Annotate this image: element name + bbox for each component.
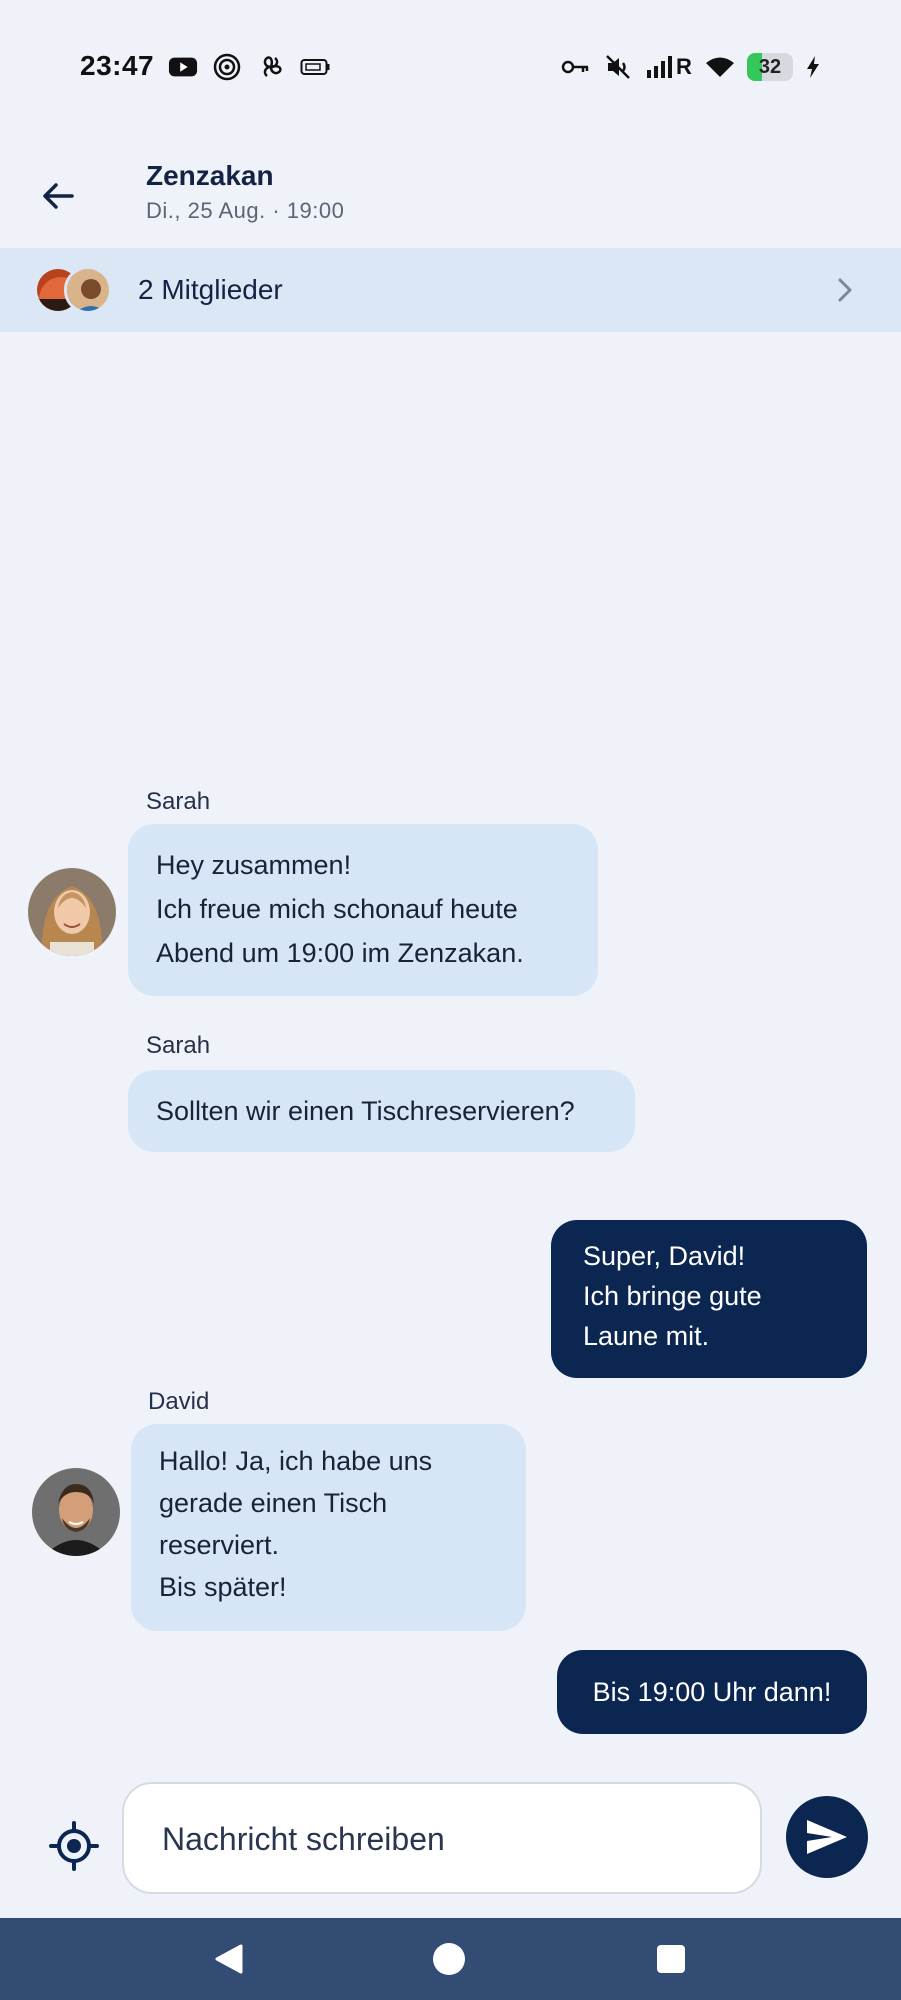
nav-recents-button[interactable] — [646, 1936, 696, 1982]
message-composer — [122, 1782, 762, 1894]
battery-level: 32 — [758, 55, 782, 78]
target-icon — [212, 52, 242, 82]
send-button[interactable] — [786, 1796, 868, 1878]
square-recents-icon — [657, 1945, 685, 1973]
message-sender: Sarah — [146, 788, 211, 815]
status-right-icons: R 32 — [561, 52, 821, 82]
message-line: Abend um 19:00 im Zenzakan. — [156, 938, 524, 968]
member-avatar-david — [64, 266, 112, 314]
message-line: gerade einen Tisch — [159, 1488, 388, 1518]
message-bubble-incoming: Sollten wir einen Tischreservieren? — [128, 1070, 635, 1152]
message-bubble-incoming: Hey zusammen! Ich freue mich schonauf he… — [128, 824, 598, 996]
fan-icon — [256, 52, 286, 82]
status-bar: 23:47 R 32 — [0, 0, 901, 132]
message-line: Sollten wir einen Tischreservieren? — [156, 1096, 575, 1126]
message-line: Bis 19:00 Uhr dann! — [592, 1677, 832, 1707]
message-bubble-incoming: Hallo! Ja, ich habe uns gerade einen Tis… — [131, 1424, 526, 1631]
circle-home-icon — [433, 1943, 465, 1975]
nav-back-button[interactable] — [204, 1936, 254, 1982]
message-line: Ich freue mich schonauf heute — [156, 894, 518, 924]
avatar-david — [32, 1468, 120, 1556]
status-time: 23:47 — [80, 50, 155, 81]
wifi-icon — [705, 52, 735, 82]
battery-indicator: 32 — [747, 53, 793, 81]
member-avatars — [34, 266, 118, 314]
message-line: Bis später! — [159, 1572, 287, 1602]
battery-saver-icon — [300, 52, 330, 82]
arrow-left-icon — [43, 183, 74, 209]
system-nav-bar — [0, 1918, 901, 2000]
nav-home-button[interactable] — [424, 1936, 474, 1982]
chat-title: Zenzakan — [146, 160, 274, 191]
message-bubble-outgoing: Bis 19:00 Uhr dann! — [557, 1650, 867, 1734]
message-line: Laune mit. — [583, 1321, 710, 1351]
avatar-sarah — [28, 868, 116, 956]
chat-header: Zenzakan Di., 25 Aug. · 19:00 — [0, 132, 901, 248]
message-line: Hallo! Ja, ich habe uns — [159, 1446, 433, 1476]
message-line: Super, David! — [583, 1241, 746, 1271]
message-sender: Sarah — [146, 1032, 211, 1059]
chat-subtitle: Di., 25 Aug. · 19:00 — [146, 198, 345, 223]
message-line: reserviert. — [159, 1530, 280, 1560]
message-line: Ich bringe gute — [583, 1281, 762, 1311]
signal-icon: R — [645, 52, 693, 82]
chevron-right-icon — [829, 274, 861, 306]
key-icon — [561, 52, 591, 82]
send-icon — [807, 1820, 847, 1854]
message-input[interactable] — [162, 1814, 722, 1864]
youtube-icon — [168, 52, 198, 82]
members-bar[interactable]: 2 Mitglieder — [0, 248, 901, 332]
location-button[interactable] — [44, 1816, 104, 1876]
signal-roaming-label: R — [676, 54, 692, 79]
message-sender: David — [148, 1388, 210, 1415]
crosshair-icon — [49, 1821, 99, 1871]
message-bubble-outgoing: Super, David! Ich bringe gute Laune mit. — [551, 1220, 867, 1378]
status-left-icons — [168, 52, 330, 82]
mute-icon — [603, 52, 633, 82]
triangle-back-icon — [215, 1944, 243, 1974]
charging-bolt-icon — [805, 52, 821, 82]
members-count-label: 2 Mitglieder — [138, 274, 283, 305]
back-button[interactable] — [30, 168, 86, 224]
message-line: Hey zusammen! — [156, 850, 352, 880]
